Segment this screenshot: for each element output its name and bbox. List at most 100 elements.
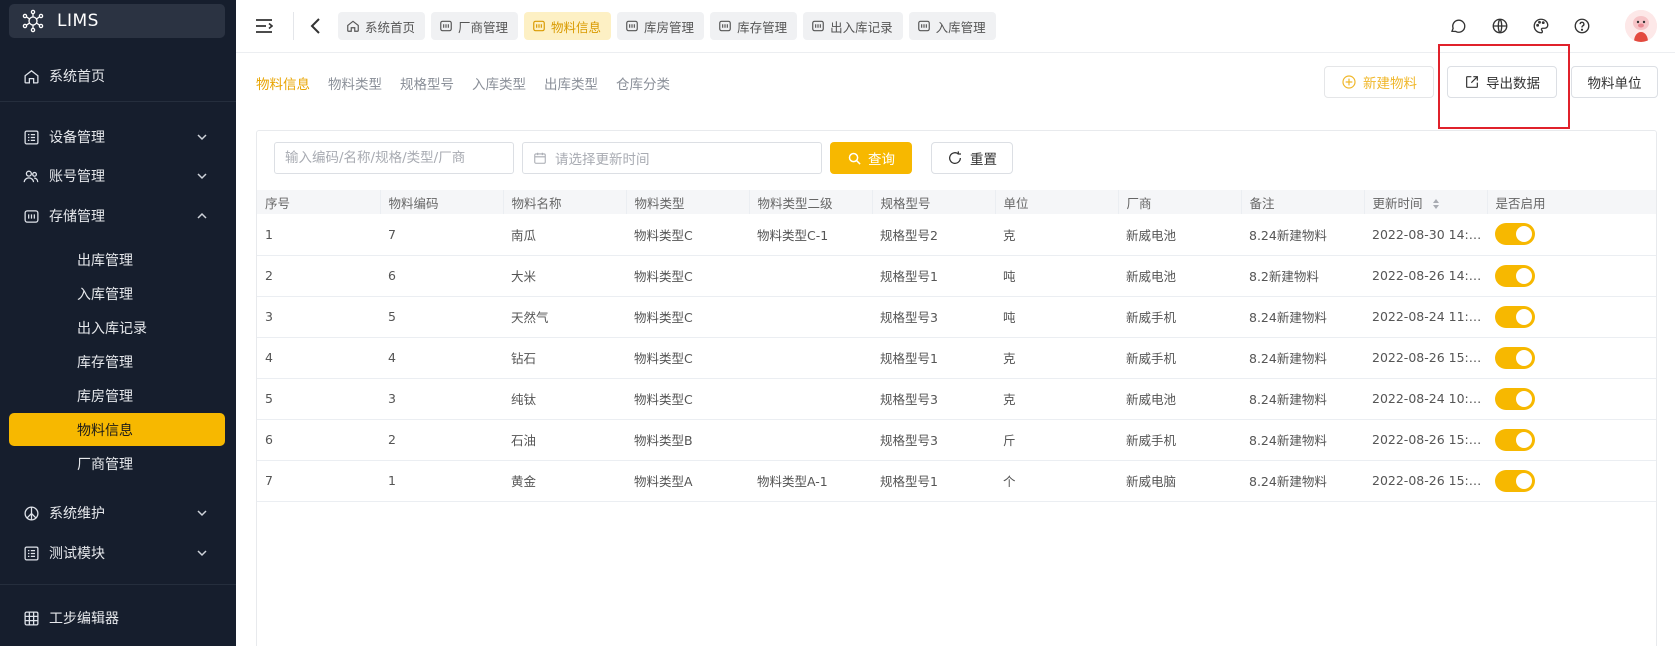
divider bbox=[0, 584, 236, 585]
table-cell: 2022-08-30 14:0... bbox=[1364, 214, 1487, 256]
tab-label: 厂商管理 bbox=[458, 19, 509, 35]
new-material-button[interactable]: 新建物料 bbox=[1324, 66, 1434, 98]
query-button[interactable]: 查询 bbox=[830, 142, 912, 174]
sidebar-item-label: 系统维护 bbox=[49, 506, 105, 522]
table-cell: 规格型号3 bbox=[872, 296, 995, 338]
subnav-warehouse-category[interactable]: 仓库分类 bbox=[616, 73, 670, 93]
tab-home[interactable]: 系统首页 bbox=[338, 12, 426, 40]
table-cell: 2 bbox=[380, 419, 503, 461]
search-icon bbox=[848, 152, 861, 165]
tab-material-info[interactable]: 物料信息 bbox=[524, 12, 612, 40]
message-icon[interactable] bbox=[1448, 16, 1468, 36]
table-cell bbox=[749, 255, 872, 297]
sidebar-item-maintenance[interactable]: 系统维护 bbox=[0, 493, 236, 533]
palette-icon[interactable] bbox=[1531, 16, 1551, 36]
table-cell: 3 bbox=[257, 296, 380, 338]
table-cell: 规格型号2 bbox=[872, 214, 995, 256]
subnav-material-info[interactable]: 物料信息 bbox=[256, 73, 310, 93]
tab-label: 物料信息 bbox=[551, 19, 602, 35]
sidebar-item-inbound[interactable]: 入库管理 bbox=[9, 277, 225, 310]
table-icon bbox=[532, 19, 546, 33]
enabled-toggle[interactable] bbox=[1495, 428, 1535, 451]
sidebar-item-storage[interactable]: 存储管理 bbox=[0, 196, 236, 236]
search-input[interactable] bbox=[274, 142, 514, 174]
back-icon[interactable] bbox=[306, 16, 326, 36]
tab-inout-records[interactable]: 出入库记录 bbox=[803, 12, 903, 40]
sidebar-item-inout-records[interactable]: 出入库记录 bbox=[9, 311, 225, 344]
table-cell: 规格型号3 bbox=[872, 419, 995, 461]
table-cell: 吨 bbox=[995, 255, 1118, 297]
subnav-outbound-type[interactable]: 出库类型 bbox=[544, 73, 598, 93]
storage-icon bbox=[22, 207, 40, 225]
sidebar-item-material-info[interactable]: 物料信息 bbox=[9, 413, 225, 446]
table-icon bbox=[917, 19, 931, 33]
brand-name: LIMS bbox=[57, 11, 99, 31]
column-header-label: 更新时间 bbox=[1372, 195, 1423, 211]
table-cell: 2022-08-26 14:5... bbox=[1364, 255, 1487, 297]
column-header-update-time[interactable]: 更新时间 bbox=[1364, 190, 1488, 214]
table-cell: 新威电脑 bbox=[1118, 460, 1241, 502]
sort-icon[interactable] bbox=[1432, 198, 1440, 210]
add-circle-icon bbox=[1342, 75, 1356, 89]
enabled-toggle[interactable] bbox=[1495, 387, 1535, 410]
sidebar-item-test[interactable]: 测试模块 bbox=[0, 533, 236, 573]
menu-toggle-icon[interactable] bbox=[254, 16, 274, 36]
subnav-inbound-type[interactable]: 入库类型 bbox=[472, 73, 526, 93]
toggle-knob bbox=[1516, 267, 1532, 284]
column-header: 物料类型 bbox=[626, 190, 750, 214]
table-cell: 2022-08-26 15:5... bbox=[1364, 419, 1487, 461]
brand[interactable]: LIMS bbox=[9, 4, 225, 38]
update-time-picker[interactable]: 请选择更新时间 bbox=[522, 142, 822, 174]
table-row: 6 2 石油 物料类型B 规格型号3 斤新威手机 8.24新建物料 2022-08-26 15… bbox=[257, 419, 1656, 461]
button-label: 导出数据 bbox=[1486, 76, 1540, 92]
sidebar-item-home[interactable]: 系统首页 bbox=[0, 56, 236, 96]
enabled-toggle[interactable] bbox=[1495, 305, 1535, 328]
subnav-material-type[interactable]: 物料类型 bbox=[328, 73, 382, 93]
tab-inventory[interactable]: 库存管理 bbox=[710, 12, 798, 40]
table-cell: 克 bbox=[995, 214, 1118, 256]
button-label: 重置 bbox=[970, 152, 997, 168]
test-icon bbox=[22, 544, 40, 562]
sidebar-item-outbound[interactable]: 出库管理 bbox=[9, 243, 225, 276]
avatar[interactable] bbox=[1625, 10, 1657, 42]
table-cell: 5 bbox=[257, 378, 380, 420]
table-cell: 8.24新建物料 bbox=[1241, 214, 1364, 256]
enabled-toggle[interactable] bbox=[1495, 264, 1535, 287]
table-cell: 规格型号1 bbox=[872, 460, 995, 502]
help-icon[interactable] bbox=[1572, 16, 1592, 36]
reset-button[interactable]: 重置 bbox=[931, 142, 1013, 174]
export-data-button[interactable]: 导出数据 bbox=[1447, 66, 1557, 98]
enabled-toggle[interactable] bbox=[1495, 223, 1535, 246]
table-cell: 4 bbox=[380, 337, 503, 379]
logo-icon bbox=[22, 9, 44, 33]
sidebar-item-device[interactable]: 设备管理 bbox=[0, 117, 236, 157]
table-cell: 物料类型C bbox=[626, 296, 749, 338]
material-unit-button[interactable]: 物料单位 bbox=[1571, 66, 1658, 98]
column-header: 序号 bbox=[257, 190, 381, 214]
toggle-knob bbox=[1516, 349, 1532, 366]
tab-warehouse[interactable]: 库房管理 bbox=[617, 12, 705, 40]
column-header: 单位 bbox=[995, 190, 1119, 214]
sidebar-item-inventory[interactable]: 库存管理 bbox=[9, 345, 225, 378]
enabled-toggle[interactable] bbox=[1495, 346, 1535, 369]
tab-vendor[interactable]: 厂商管理 bbox=[431, 12, 519, 40]
table-cell: 2 bbox=[257, 255, 380, 297]
subnav-spec-model[interactable]: 规格型号 bbox=[400, 73, 454, 93]
sidebar-item-warehouse[interactable]: 库房管理 bbox=[9, 379, 225, 412]
sidebar-item-account[interactable]: 账号管理 bbox=[0, 156, 236, 196]
table-cell: 2022-08-26 15:5... bbox=[1364, 337, 1487, 379]
tab-inbound[interactable]: 入库管理 bbox=[908, 12, 996, 40]
table-cell: 新威电池 bbox=[1118, 214, 1241, 256]
table-cell: 新威手机 bbox=[1118, 337, 1241, 379]
sidebar-item-vendor[interactable]: 厂商管理 bbox=[9, 447, 225, 480]
table-cell: 吨 bbox=[995, 296, 1118, 338]
table-cell: 物料类型C bbox=[626, 255, 749, 297]
sidebar-item-label: 库房管理 bbox=[77, 388, 133, 405]
table-cell: 天然气 bbox=[503, 296, 626, 338]
table-row: 5 3 纯钛 物料类型C 规格型号3 克新威电池 8.24新建物料 2022-08-24 10… bbox=[257, 378, 1656, 420]
table-cell: 物料类型C bbox=[626, 337, 749, 379]
sidebar-item-process-editor[interactable]: 工步编辑器 bbox=[0, 598, 236, 638]
enabled-toggle[interactable] bbox=[1495, 469, 1535, 492]
table-cell: 8.24新建物料 bbox=[1241, 296, 1364, 338]
globe-icon[interactable] bbox=[1490, 16, 1510, 36]
